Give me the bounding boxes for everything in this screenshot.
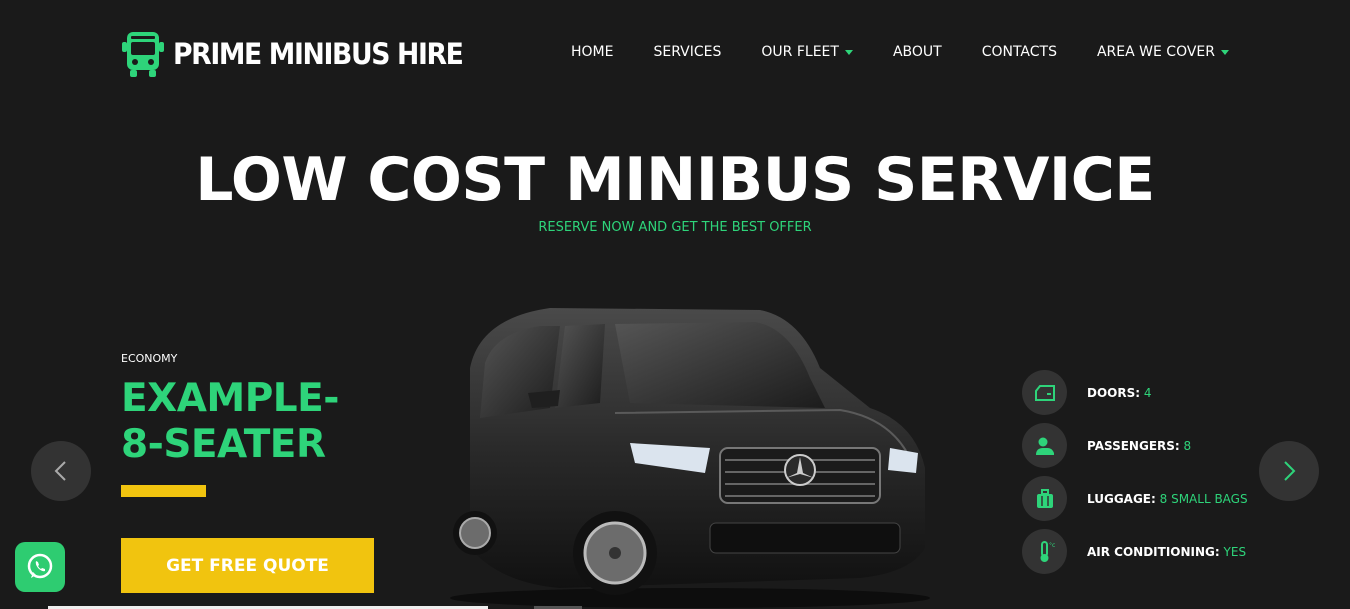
chevron-left-icon [54, 461, 66, 481]
nav-about[interactable]: ABOUT [893, 44, 942, 60]
spec-passengers-value: 8 [1183, 438, 1192, 453]
car-door-icon [1022, 370, 1067, 415]
accent-divider [121, 485, 206, 497]
nav-about-label: ABOUT [892, 44, 942, 60]
whatsapp-button[interactable] [15, 542, 65, 592]
luggage-icon [1022, 476, 1067, 521]
thermometer-icon: °c [1022, 529, 1067, 574]
spec-passengers: PASSENGERS: 8 [1022, 423, 1191, 468]
spec-doors-value: 4 [1143, 385, 1152, 400]
chevron-right-icon [1284, 461, 1296, 481]
spec-luggage-label: LUGGAGE: [1087, 491, 1156, 506]
spec-luggage-text: LUGGAGE: 8 SMALL BAGS [1087, 492, 1248, 506]
spec-passengers-text: PASSENGERS: 8 [1087, 439, 1191, 453]
nav-services-label: SERVICES [653, 44, 722, 60]
vehicle-name: EXAMPLE-8-SEATER [121, 376, 339, 467]
spec-luggage: LUGGAGE: 8 SMALL BAGS [1022, 476, 1248, 521]
brand-name: PRIME MINIBUS HIRE [173, 37, 464, 71]
spec-air-conditioning: °c AIR CONDITIONING: YES [1022, 529, 1246, 574]
bus-icon [122, 32, 164, 77]
hero-subtitle: RESERVE NOW AND GET THE BEST OFFER [538, 220, 812, 235]
spec-doors-text: DOORS: 4 [1087, 386, 1152, 400]
passenger-icon [1022, 423, 1067, 468]
spec-luggage-value: 8 SMALL BAGS [1159, 491, 1248, 506]
svg-text:°c: °c [1049, 542, 1055, 549]
spec-doors: DOORS: 4 [1022, 370, 1152, 415]
spec-passengers-label: PASSENGERS: [1087, 438, 1180, 453]
nav-area-we-cover[interactable]: AREA WE COVER [1097, 44, 1229, 60]
caret-down-icon [1221, 49, 1229, 55]
brand-logo[interactable]: PRIME MINIBUS HIRE [121, 30, 488, 78]
site-header: PRIME MINIBUS HIRE HOME SERVICES OUR FLE… [0, 0, 1350, 110]
nav-contacts[interactable]: CONTACTS [982, 44, 1057, 60]
caret-down-icon [844, 49, 853, 55]
van-image [450, 308, 930, 608]
hero-title: LOW COST MINIBUS SERVICE [195, 145, 1155, 215]
spec-air-conditioning-label: AIR CONDITIONING: [1087, 544, 1220, 559]
nav-our-fleet[interactable]: OUR FLEET [761, 44, 853, 60]
nav-home-label: HOME [570, 44, 614, 60]
vehicle-category: ECONOMY [121, 352, 178, 365]
nav-contacts-label: CONTACTS [981, 44, 1057, 60]
nav-area-we-cover-label: AREA WE COVER [1096, 44, 1215, 60]
nav-home[interactable]: HOME [571, 44, 613, 60]
spec-air-conditioning-text: AIR CONDITIONING: YES [1087, 545, 1246, 559]
get-free-quote-button[interactable]: GET FREE QUOTE [121, 538, 374, 593]
spec-air-conditioning-value: YES [1223, 544, 1247, 559]
nav-services[interactable]: SERVICES [653, 44, 721, 60]
nav-our-fleet-label: OUR FLEET [761, 44, 839, 60]
spec-doors-label: DOORS: [1087, 385, 1141, 400]
main-nav: HOME SERVICES OUR FLEET ABOUT CONTACTS A… [571, 44, 1229, 60]
carousel-next-button[interactable] [1259, 441, 1319, 501]
carousel-prev-button[interactable] [31, 441, 91, 501]
whatsapp-icon [27, 553, 53, 579]
